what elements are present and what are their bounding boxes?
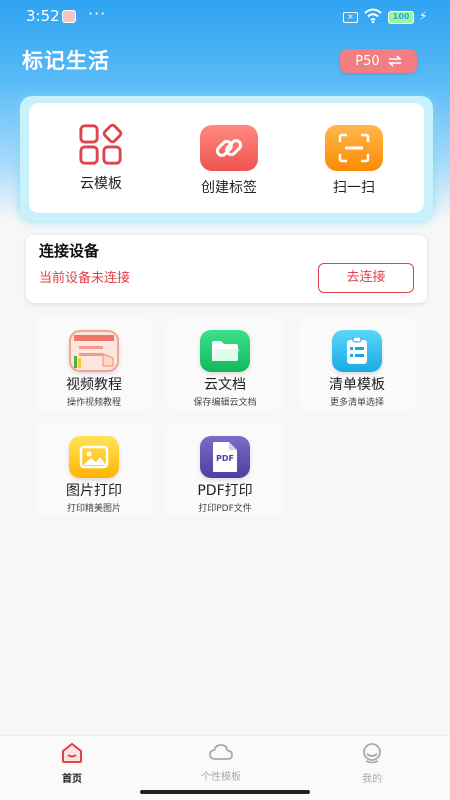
scan-label: 扫一扫: [333, 180, 375, 196]
battery-icon: 100: [388, 11, 414, 24]
status-time: 3:52: [26, 7, 60, 25]
nav-templates[interactable]: 个性模板: [181, 742, 261, 783]
video-tutorial-subtitle: 操作视频教程: [66, 398, 121, 408]
nav-mine[interactable]: 我的: [332, 742, 412, 785]
image-print-title: 图片打印: [66, 483, 122, 499]
checklist-template-subtitle: 更多清单选择: [329, 398, 384, 408]
image-print-item[interactable]: 图片打印 打印精美图片: [35, 424, 153, 516]
cloud-docs-item[interactable]: 云文档 保存编辑云文档: [166, 318, 284, 410]
image-icon: [69, 436, 119, 478]
pdf-print-title: PDF打印: [197, 483, 253, 499]
charging-icon: ⚡: [419, 9, 428, 23]
device-switch-button[interactable]: P50: [340, 49, 417, 73]
pdf-print-item[interactable]: PDF PDF打印 打印PDF文件: [166, 424, 284, 516]
folder-icon: [200, 330, 250, 372]
home-indicator: [140, 790, 310, 794]
image-print-subtitle: 打印精美图片: [66, 504, 121, 514]
swap-icon: [387, 55, 402, 67]
connect-device-card: 连接设备 当前设备未连接 去连接: [26, 235, 427, 303]
cloud-template-button[interactable]: 云模板: [51, 123, 151, 193]
scan-button[interactable]: 扫一扫: [304, 125, 404, 197]
scan-icon: [325, 125, 383, 171]
checklist-template-title: 清单模板: [329, 377, 385, 393]
nav-home-label: 首页: [62, 774, 82, 785]
screen-record-icon: [62, 10, 76, 23]
create-label-label: 创建标签: [201, 180, 257, 196]
cloud-template-icon: [78, 123, 124, 167]
cloud-template-label: 云模板: [80, 176, 122, 192]
device-model-label: P50: [355, 53, 380, 69]
quick-actions-card: 云模板 创建标签 扫一扫: [29, 103, 424, 213]
wifi-icon: [364, 8, 382, 24]
video-tutorial-title: 视频教程: [66, 377, 122, 393]
connection-status: 当前设备未连接: [39, 271, 131, 286]
app-title: 标记生活: [22, 49, 110, 73]
cloud-docs-title: 云文档: [204, 377, 246, 393]
cloud-icon: [209, 744, 233, 760]
sim-off-icon: ×: [343, 12, 358, 23]
checklist-template-item[interactable]: 清单模板 更多清单选择: [298, 318, 416, 410]
checklist-icon: [332, 330, 382, 372]
cloud-docs-subtitle: 保存编辑云文档: [193, 398, 257, 408]
connect-title: 连接设备: [39, 242, 100, 260]
more-notifications-icon: ···: [88, 4, 107, 23]
home-icon: [62, 742, 82, 763]
pdf-icon: PDF: [200, 436, 250, 478]
pdf-icon-text: PDF: [216, 454, 234, 463]
status-bar: 3:52 ··· × 100 ⚡: [0, 0, 450, 34]
nav-mine-label: 我的: [362, 774, 382, 785]
video-tutorial-icon: [69, 330, 119, 372]
profile-icon: [363, 743, 381, 764]
connect-button[interactable]: 去连接: [318, 263, 414, 293]
create-label-button[interactable]: 创建标签: [179, 125, 279, 197]
video-tutorial-item[interactable]: 视频教程 操作视频教程: [35, 318, 153, 410]
pdf-print-subtitle: 打印PDF文件: [198, 504, 252, 514]
link-icon: [200, 125, 258, 171]
nav-home[interactable]: 首页: [32, 742, 112, 785]
nav-templates-label: 个性模板: [201, 772, 241, 783]
